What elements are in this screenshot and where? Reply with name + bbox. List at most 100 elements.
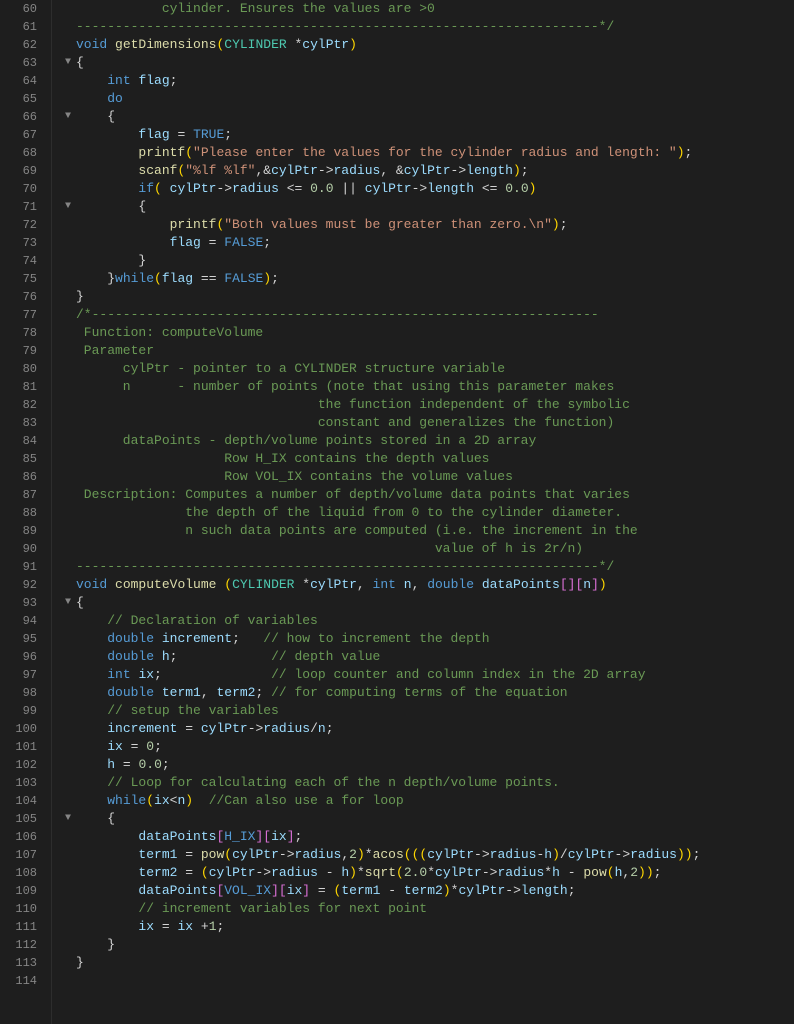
code-content: void getDimensions(CYLINDER *cylPtr) [76, 36, 794, 54]
fold-gutter[interactable]: ▼ [60, 108, 76, 126]
code-line: flag = FALSE; [60, 234, 794, 252]
code-content: { [76, 810, 794, 828]
line-number: 87 [0, 486, 43, 504]
code-content: dataPoints[H_IX][ix]; [76, 828, 794, 846]
line-number: 101 [0, 738, 43, 756]
code-content: int ix; // loop counter and column index… [76, 666, 794, 684]
fold-gutter[interactable]: ▼ [60, 54, 76, 72]
code-content: scanf("%lf %lf",&cylPtr->radius, &cylPtr… [76, 162, 794, 180]
line-number: 64 [0, 72, 43, 90]
code-line: ▼ { [60, 810, 794, 828]
code-line: cylPtr - pointer to a CYLINDER structure… [60, 360, 794, 378]
code-line: dataPoints[H_IX][ix]; [60, 828, 794, 846]
code-line: Parameter [60, 342, 794, 360]
code-content: the function independent of the symbolic [76, 396, 794, 414]
line-number: 74 [0, 252, 43, 270]
code-line: ix = ix +1; [60, 918, 794, 936]
code-content: n - number of points (note that using th… [76, 378, 794, 396]
line-number: 109 [0, 882, 43, 900]
code-content: while(ix<n) //Can also use a for loop [76, 792, 794, 810]
line-numbers: 6061626364656667686970717273747576777879… [0, 0, 52, 1024]
code-content: { [76, 594, 794, 612]
line-number: 65 [0, 90, 43, 108]
line-number: 77 [0, 306, 43, 324]
code-content: value of h is 2r/n) [76, 540, 794, 558]
code-line: scanf("%lf %lf",&cylPtr->radius, &cylPtr… [60, 162, 794, 180]
line-number: 68 [0, 144, 43, 162]
line-number: 71 [0, 198, 43, 216]
line-number: 95 [0, 630, 43, 648]
line-number: 94 [0, 612, 43, 630]
code-content: do [76, 90, 794, 108]
line-number: 82 [0, 396, 43, 414]
code-content: double h; // depth value [76, 648, 794, 666]
code-line [60, 972, 794, 990]
code-line: // Declaration of variables [60, 612, 794, 630]
code-content: double increment; // how to increment th… [76, 630, 794, 648]
line-number: 75 [0, 270, 43, 288]
code-content: }while(flag == FALSE); [76, 270, 794, 288]
line-number: 104 [0, 792, 43, 810]
code-content: Parameter [76, 342, 794, 360]
code-content: int flag; [76, 72, 794, 90]
line-number: 86 [0, 468, 43, 486]
code-line: double h; // depth value [60, 648, 794, 666]
code-line: // setup the variables [60, 702, 794, 720]
line-number: 110 [0, 900, 43, 918]
line-number: 63 [0, 54, 43, 72]
code-line: double increment; // how to increment th… [60, 630, 794, 648]
code-line: if( cylPtr->radius <= 0.0 || cylPtr->len… [60, 180, 794, 198]
code-line: ▼{ [60, 54, 794, 72]
line-number: 70 [0, 180, 43, 198]
line-number: 107 [0, 846, 43, 864]
code-content: // increment variables for next point [76, 900, 794, 918]
code-area[interactable]: cylinder. Ensures the values are >0-----… [52, 0, 794, 1024]
code-content: Description: Computes a number of depth/… [76, 486, 794, 504]
code-line: the depth of the liquid from 0 to the cy… [60, 504, 794, 522]
code-content: // setup the variables [76, 702, 794, 720]
code-line: Description: Computes a number of depth/… [60, 486, 794, 504]
code-line: }while(flag == FALSE); [60, 270, 794, 288]
line-number: 62 [0, 36, 43, 54]
line-number: 88 [0, 504, 43, 522]
code-editor: 6061626364656667686970717273747576777879… [0, 0, 794, 1024]
code-content: printf("Please enter the values for the … [76, 144, 794, 162]
code-line: h = 0.0; [60, 756, 794, 774]
code-content: term1 = pow(cylPtr->radius,2)*acos(((cyl… [76, 846, 794, 864]
line-number: 99 [0, 702, 43, 720]
line-number: 100 [0, 720, 43, 738]
line-number: 103 [0, 774, 43, 792]
line-number: 60 [0, 0, 43, 18]
code-content: } [76, 936, 794, 954]
code-line: ix = 0; [60, 738, 794, 756]
line-number: 66 [0, 108, 43, 126]
line-number: 93 [0, 594, 43, 612]
code-content: ix = 0; [76, 738, 794, 756]
fold-gutter[interactable]: ▼ [60, 594, 76, 612]
code-line: ▼ { [60, 108, 794, 126]
code-line: printf("Please enter the values for the … [60, 144, 794, 162]
code-line: Row VOL_IX contains the volume values [60, 468, 794, 486]
line-number: 85 [0, 450, 43, 468]
code-content: double term1, term2; // for computing te… [76, 684, 794, 702]
line-number: 79 [0, 342, 43, 360]
code-line: term1 = pow(cylPtr->radius,2)*acos(((cyl… [60, 846, 794, 864]
code-line: int flag; [60, 72, 794, 90]
code-line: ----------------------------------------… [60, 18, 794, 36]
code-content: constant and generalizes the function) [76, 414, 794, 432]
code-line: void computeVolume (CYLINDER *cylPtr, in… [60, 576, 794, 594]
code-line: n - number of points (note that using th… [60, 378, 794, 396]
line-number: 102 [0, 756, 43, 774]
fold-gutter[interactable]: ▼ [60, 810, 76, 828]
code-line: /*--------------------------------------… [60, 306, 794, 324]
code-content: Row H_IX contains the depth values [76, 450, 794, 468]
code-content: // Loop for calculating each of the n de… [76, 774, 794, 792]
code-line: the function independent of the symbolic [60, 396, 794, 414]
line-number: 83 [0, 414, 43, 432]
line-number: 89 [0, 522, 43, 540]
code-line: while(ix<n) //Can also use a for loop [60, 792, 794, 810]
code-content: } [76, 252, 794, 270]
code-content: cylPtr - pointer to a CYLINDER structure… [76, 360, 794, 378]
code-content: ix = ix +1; [76, 918, 794, 936]
fold-gutter[interactable]: ▼ [60, 198, 76, 216]
